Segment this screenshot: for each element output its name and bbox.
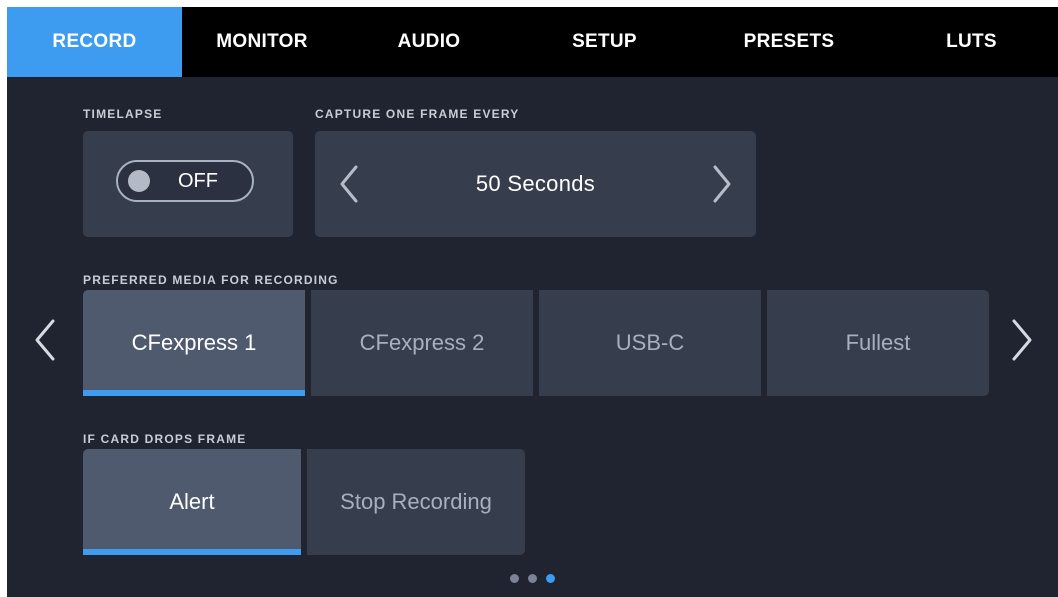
toggle-knob [128,170,150,192]
selection-indicator [83,549,301,555]
media-option-usb-c[interactable]: USB-C [539,290,761,396]
page-indicator [510,574,555,583]
card-drops-label: IF CARD DROPS FRAME [83,432,247,446]
page-dot-3[interactable] [546,574,555,583]
tab-luts[interactable]: LUTS [885,7,1058,77]
media-option-label: Fullest [845,330,911,355]
chevron-left-icon[interactable] [329,157,369,211]
chevron-right-icon[interactable] [702,157,742,211]
capture-interval-label: CAPTURE ONE FRAME EVERY [315,107,520,121]
drop-option-label: Alert [169,489,215,514]
tab-presets[interactable]: PRESETS [693,7,885,77]
media-option-fullest[interactable]: Fullest [767,290,989,396]
timelapse-toggle[interactable]: OFF [116,160,254,202]
drop-option-label: Stop Recording [340,489,492,514]
selection-indicator [83,390,305,396]
tab-bar: RECORD MONITOR AUDIO SETUP PRESETS LUTS [7,7,1058,77]
capture-interval-stepper: 50 Seconds [315,131,756,237]
camera-settings-screen: RECORD MONITOR AUDIO SETUP PRESETS LUTS … [7,7,1058,597]
page-dot-2[interactable] [528,574,537,583]
media-option-label: CFexpress 2 [359,330,485,355]
tab-setup[interactable]: SETUP [516,7,693,77]
media-option-label: USB-C [615,330,685,355]
timelapse-panel: OFF [83,131,293,237]
toggle-state-text: OFF [178,170,218,192]
drop-option-stop-recording[interactable]: Stop Recording [307,449,525,555]
preferred-media-label: PREFERRED MEDIA FOR RECORDING [83,273,339,287]
timelapse-label: TIMELAPSE [83,107,163,121]
media-option-cfexpress-2[interactable]: CFexpress 2 [311,290,533,396]
media-option-cfexpress-1[interactable]: CFexpress 1 [83,290,305,396]
media-option-label: CFexpress 1 [131,330,257,355]
chevron-right-icon[interactable] [1004,312,1040,368]
tab-monitor[interactable]: MONITOR [182,7,342,77]
page-dot-1[interactable] [510,574,519,583]
capture-interval-value: 50 Seconds [475,171,596,196]
tab-record[interactable]: RECORD [7,7,182,77]
chevron-left-icon[interactable] [27,312,63,368]
drop-option-alert[interactable]: Alert [83,449,301,555]
tab-audio[interactable]: AUDIO [342,7,516,77]
